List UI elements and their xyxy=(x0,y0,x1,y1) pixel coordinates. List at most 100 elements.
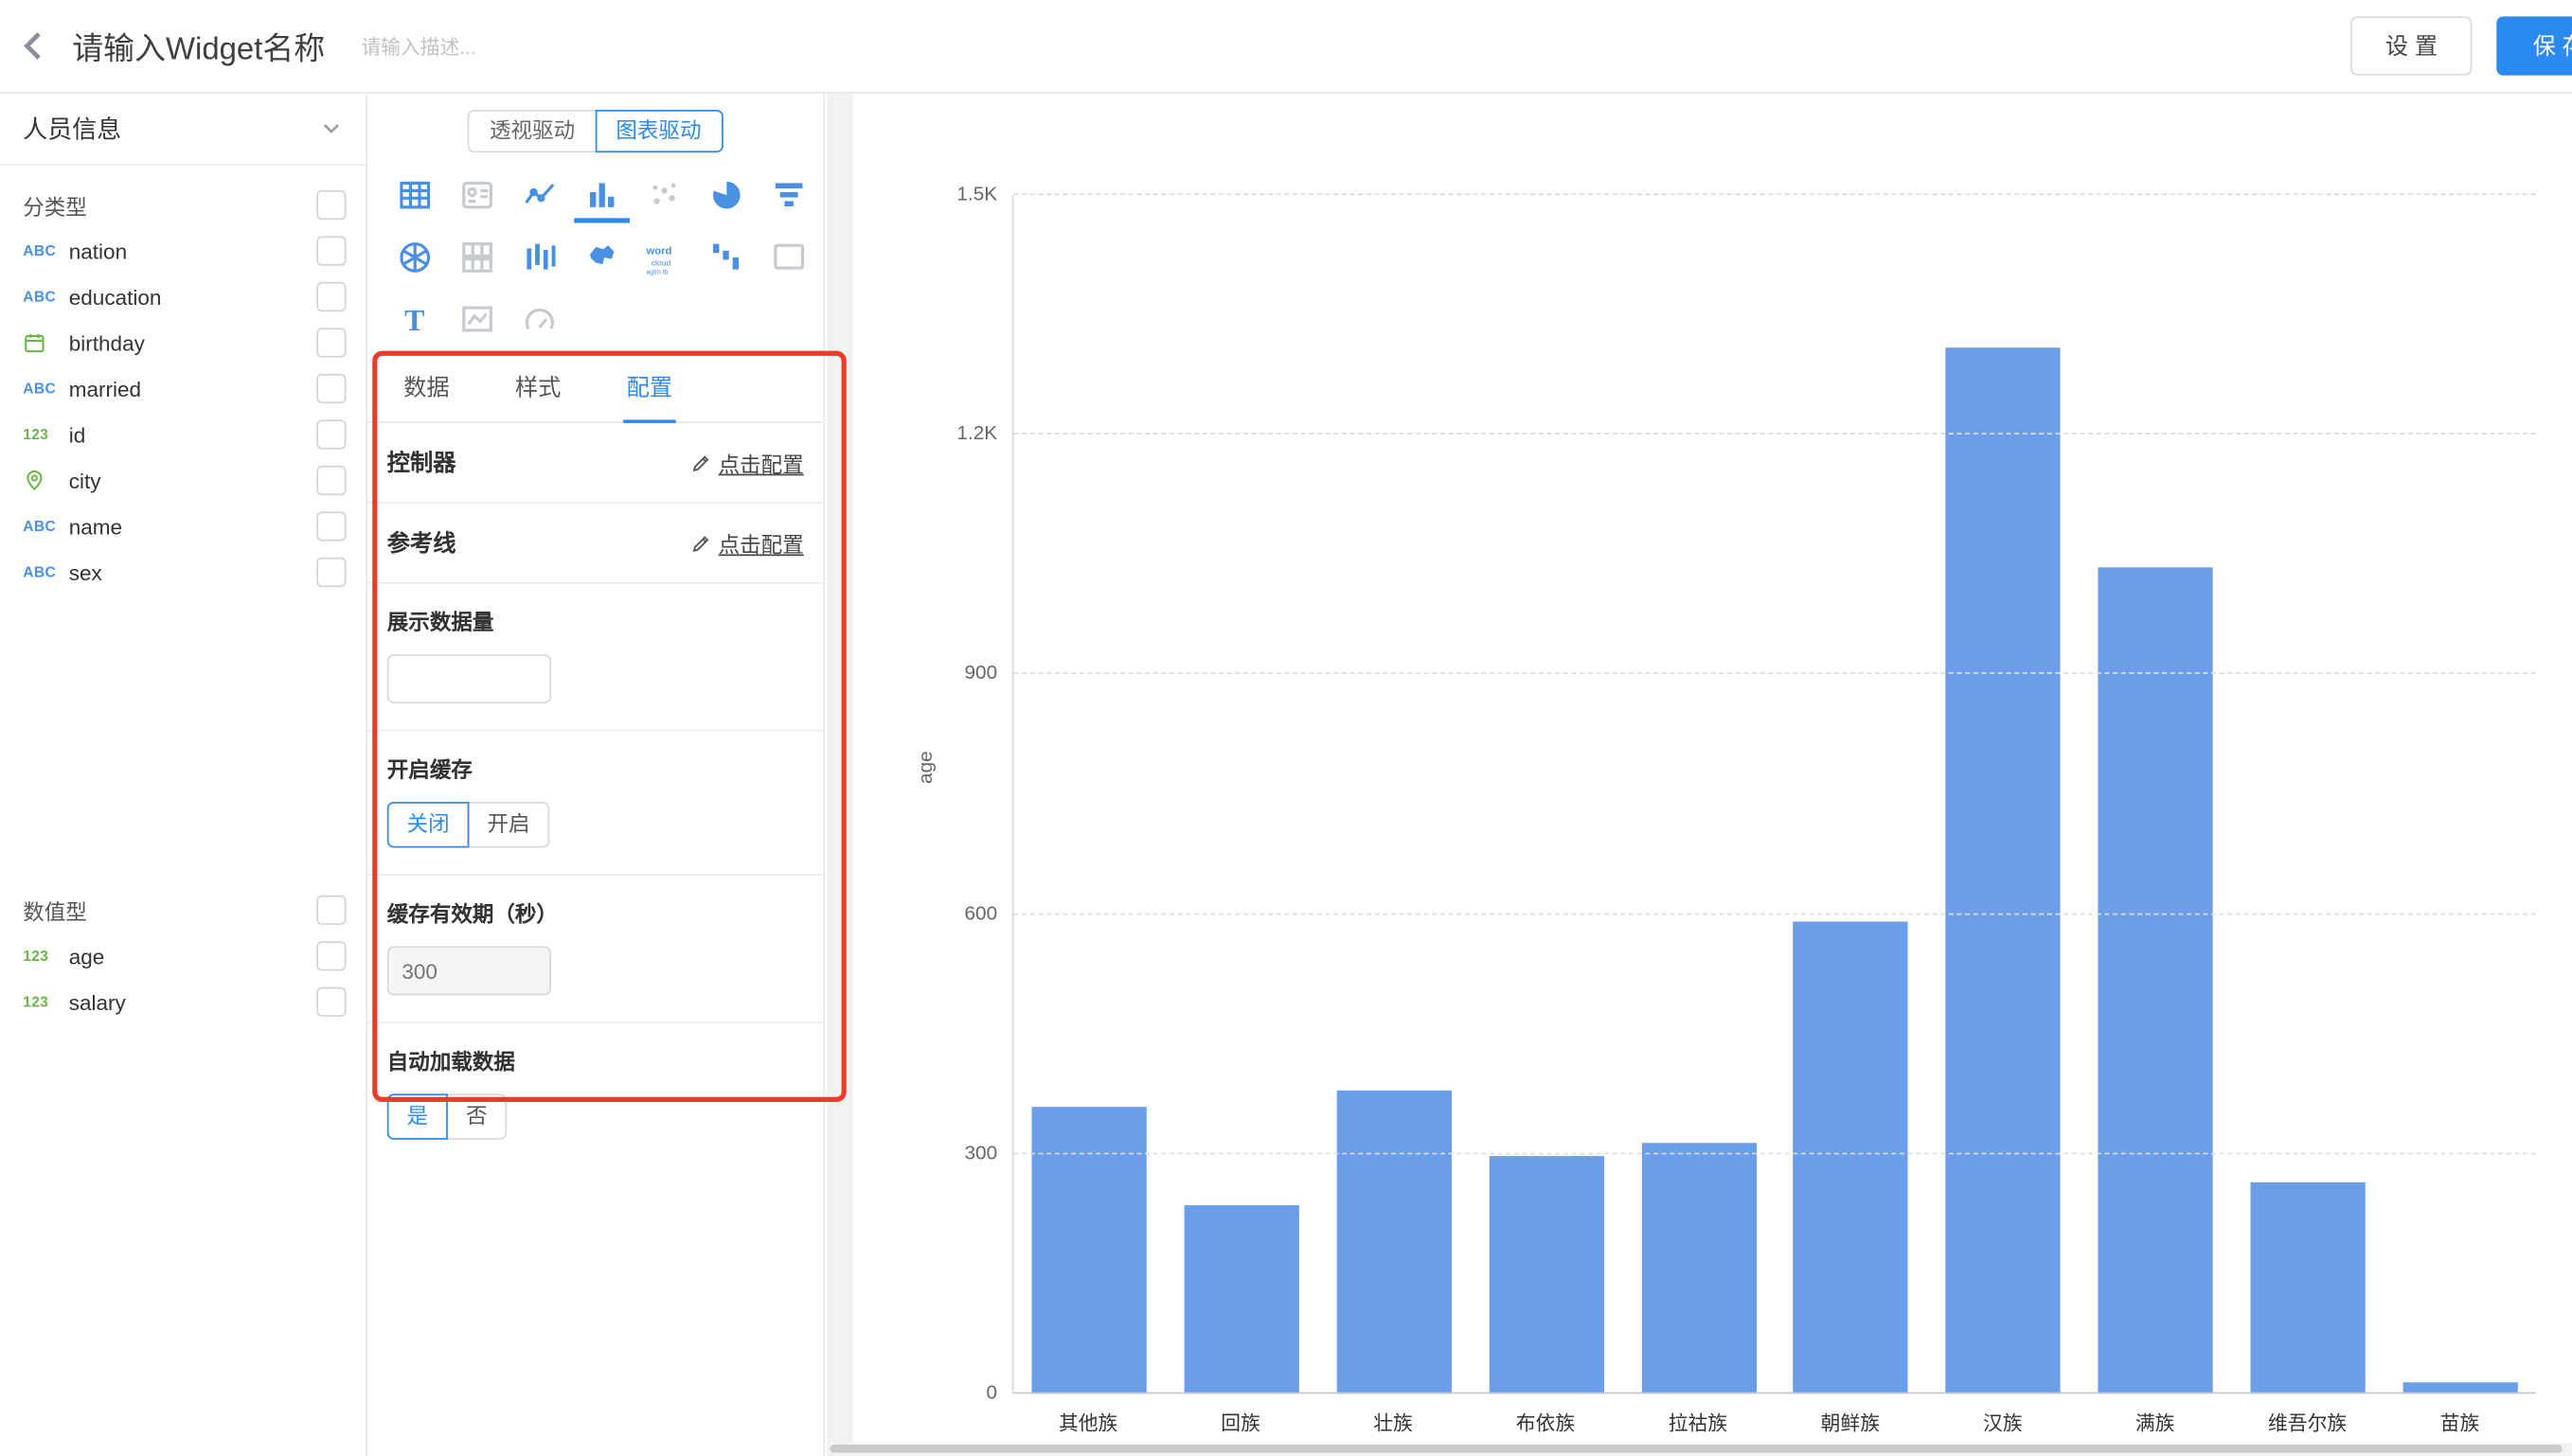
chart-type-radar-icon[interactable] xyxy=(387,229,443,285)
x-axis-label: 壮族 xyxy=(1317,1397,1470,1440)
field-name[interactable]: ABCname xyxy=(0,504,366,549)
x-axis-label: 汉族 xyxy=(1926,1397,2079,1440)
autoload-label: 自动加载数据 xyxy=(387,1044,804,1075)
field-birthday[interactable]: birthday xyxy=(0,320,366,365)
field-nation[interactable]: ABCnation xyxy=(0,228,366,274)
chart-type-word-cloud-icon[interactable]: wordcloudagtm tb xyxy=(636,229,692,285)
bar-朝鲜族[interactable] xyxy=(1794,922,1908,1394)
widget-description-input[interactable]: 请输入描述... xyxy=(361,32,475,60)
field-sex[interactable]: ABCsex xyxy=(0,549,366,595)
bar-布依族[interactable] xyxy=(1489,1157,1603,1394)
section-checkbox[interactable] xyxy=(316,190,346,220)
calendar-icon xyxy=(23,331,68,354)
numeric-field-icon: 123 xyxy=(23,948,68,964)
cache-ttl-input[interactable] xyxy=(387,946,551,995)
display-count-input[interactable] xyxy=(387,654,551,703)
chart-canvas: age 03006009001.2K1.5K 其他族回族壮族布依族拉祜族朝鲜族汉… xyxy=(827,92,2572,1456)
edit-icon xyxy=(690,452,712,473)
chart-type-iframe-icon[interactable] xyxy=(761,229,817,285)
horizontal-scrollbar[interactable] xyxy=(830,1445,2562,1453)
y-tick-label: 0 xyxy=(916,1380,998,1403)
field-education[interactable]: ABCeducation xyxy=(0,274,366,319)
chart-type-gauge-icon[interactable] xyxy=(511,292,567,347)
cache-option-0[interactable]: 关闭 xyxy=(387,802,470,847)
mode-chart-driven[interactable]: 图表驱动 xyxy=(595,110,723,152)
chart-type-map-icon[interactable] xyxy=(574,229,630,285)
field-city[interactable]: city xyxy=(0,457,366,503)
chart-type-text-icon[interactable]: T xyxy=(387,292,443,347)
x-axis-label: 朝鲜族 xyxy=(1774,1397,1926,1440)
field-salary[interactable]: 123salary xyxy=(0,979,366,1025)
tab-data[interactable]: 数据 xyxy=(401,358,453,422)
chart-type-chart-frame-icon[interactable] xyxy=(450,292,506,347)
chart-type-pie-chart-icon[interactable] xyxy=(699,168,755,223)
section-checkbox[interactable] xyxy=(316,896,346,925)
reference-configure-link[interactable]: 点击配置 xyxy=(690,527,804,559)
chart-type-scatter-icon[interactable] xyxy=(636,168,692,223)
chart-type-scorecard-icon[interactable] xyxy=(450,168,506,223)
field-checkbox[interactable] xyxy=(316,558,346,587)
save-button[interactable]: 保 存 xyxy=(2497,16,2572,75)
edit-icon xyxy=(690,532,712,554)
mode-pivot-driven[interactable]: 透视驱动 xyxy=(468,110,596,152)
field-checkbox[interactable] xyxy=(316,941,346,970)
chart-type-line-chart-icon[interactable] xyxy=(511,168,567,223)
bar-chart-plot: 03006009001.2K1.5K xyxy=(1012,195,2536,1394)
y-tick-label: 900 xyxy=(916,662,998,684)
field-married[interactable]: ABCmarried xyxy=(0,365,366,411)
field-checkbox[interactable] xyxy=(316,511,346,541)
bar-band xyxy=(1318,195,1471,1394)
field-label: salary xyxy=(69,989,126,1014)
field-sections: 分类型 ABCnationABCeducation birthday ABCmarri… xyxy=(0,166,366,1025)
x-axis-label: 维吾尔族 xyxy=(2231,1397,2384,1440)
chart-type-table-icon[interactable] xyxy=(387,168,443,223)
field-checkbox[interactable] xyxy=(316,987,346,1017)
gridline: 1.2K xyxy=(1013,434,2535,435)
field-checkbox[interactable] xyxy=(316,419,346,449)
cache-option-1[interactable]: 开启 xyxy=(468,802,550,847)
controller-configure-link[interactable]: 点击配置 xyxy=(690,447,804,478)
chart-type-pivot-table-icon[interactable] xyxy=(450,229,506,285)
tab-config[interactable]: 配置 xyxy=(623,358,675,423)
gridline: 1.5K xyxy=(1013,193,2535,195)
location-icon xyxy=(23,469,68,491)
tab-style[interactable]: 样式 xyxy=(511,358,563,422)
bar-其他族[interactable] xyxy=(1032,1106,1147,1394)
widget-name-input[interactable]: 请输入Widget名称 xyxy=(72,24,325,68)
bar-band xyxy=(1622,195,1775,1394)
back-button[interactable] xyxy=(0,0,69,92)
autoload-option-0[interactable]: 是 xyxy=(387,1093,448,1139)
field-section-label: 分类型 xyxy=(23,189,87,221)
field-checkbox[interactable] xyxy=(316,466,346,495)
cache-ttl-block: 缓存有效期（秒） xyxy=(367,876,824,1023)
cache-label: 开启缓存 xyxy=(387,753,804,784)
field-checkbox[interactable] xyxy=(316,282,346,311)
bar-满族[interactable] xyxy=(2098,567,2212,1394)
gridline: 900 xyxy=(1013,673,2535,675)
reference-configure-label: 点击配置 xyxy=(719,527,804,559)
autoload-option-1[interactable]: 否 xyxy=(446,1093,507,1139)
chart-type-waterfall-icon[interactable] xyxy=(699,229,755,285)
settings-button[interactable]: 设 置 xyxy=(2351,16,2473,75)
svg-text:T: T xyxy=(404,304,424,337)
chart-type-bar-chart-icon[interactable] xyxy=(574,168,630,223)
bar-拉祜族[interactable] xyxy=(1641,1142,1756,1394)
bar-维吾尔族[interactable] xyxy=(2250,1182,2365,1394)
field-checkbox[interactable] xyxy=(316,374,346,403)
field-checkbox[interactable] xyxy=(316,328,346,357)
chart-type-funnel-icon[interactable] xyxy=(761,168,817,223)
x-axis-label: 回族 xyxy=(1165,1397,1317,1440)
chart-type-parallel-icon[interactable] xyxy=(511,229,567,285)
field-id[interactable]: 123id xyxy=(0,412,366,457)
field-checkbox[interactable] xyxy=(316,236,346,265)
y-tick-label: 1.5K xyxy=(916,182,998,204)
numeric-field-icon: 123 xyxy=(23,994,68,1010)
bar-汉族[interactable] xyxy=(1946,347,2061,1394)
field-age[interactable]: 123age xyxy=(0,933,366,979)
dataset-selector[interactable]: 人员信息 xyxy=(0,92,366,166)
field-label: sex xyxy=(69,560,102,585)
bar-回族[interactable] xyxy=(1185,1206,1299,1394)
field-label: birthday xyxy=(69,330,145,355)
gridline: 600 xyxy=(1013,913,2535,914)
bar-壮族[interactable] xyxy=(1337,1091,1452,1394)
